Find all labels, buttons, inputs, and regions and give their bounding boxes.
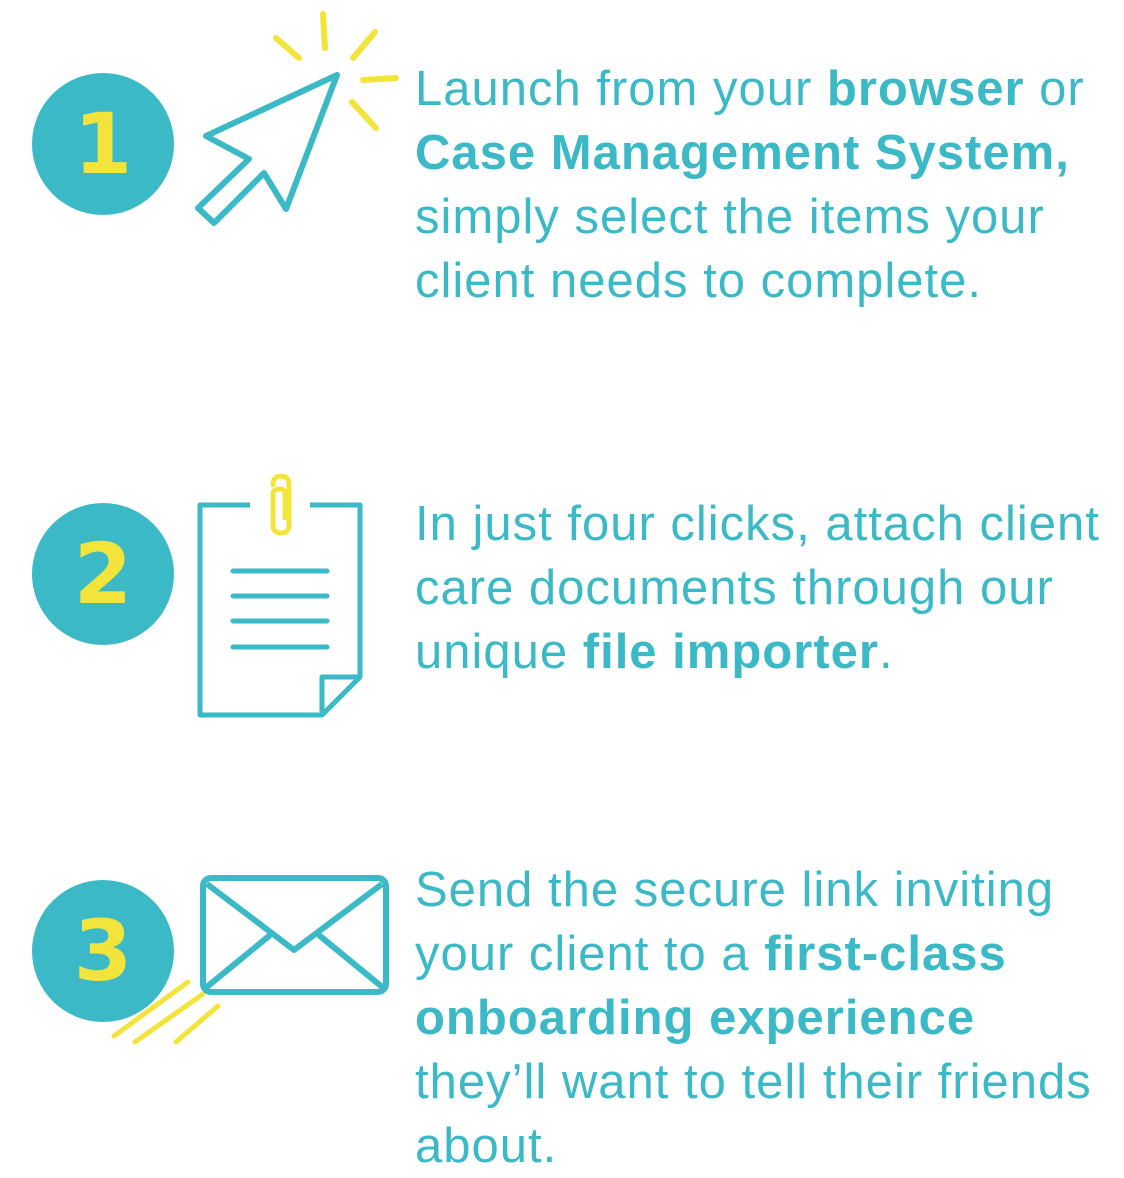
- step-2: 2 In just four clicks, attach client car…: [0, 430, 1124, 770]
- step-description: In just four clicks, attach client care …: [415, 497, 1100, 679]
- cursor-click-icon: [195, 11, 399, 226]
- step-1: 1 Launch from your browser or Case Manag…: [0, 0, 1124, 400]
- step-number: 2: [73, 525, 133, 623]
- envelope-icon: [111, 875, 389, 1045]
- step-number: 1: [73, 95, 133, 193]
- step-3: 3 Send the secure link inviting your cli…: [0, 830, 1124, 1173]
- step-number-badge: 2: [32, 503, 174, 645]
- step-description: Launch from your browser or Case Managem…: [415, 62, 1085, 308]
- step-description: Send the secure link inviting your clien…: [415, 863, 1092, 1173]
- step-number-badge: 1: [32, 73, 174, 215]
- document-paperclip-icon: [197, 473, 363, 718]
